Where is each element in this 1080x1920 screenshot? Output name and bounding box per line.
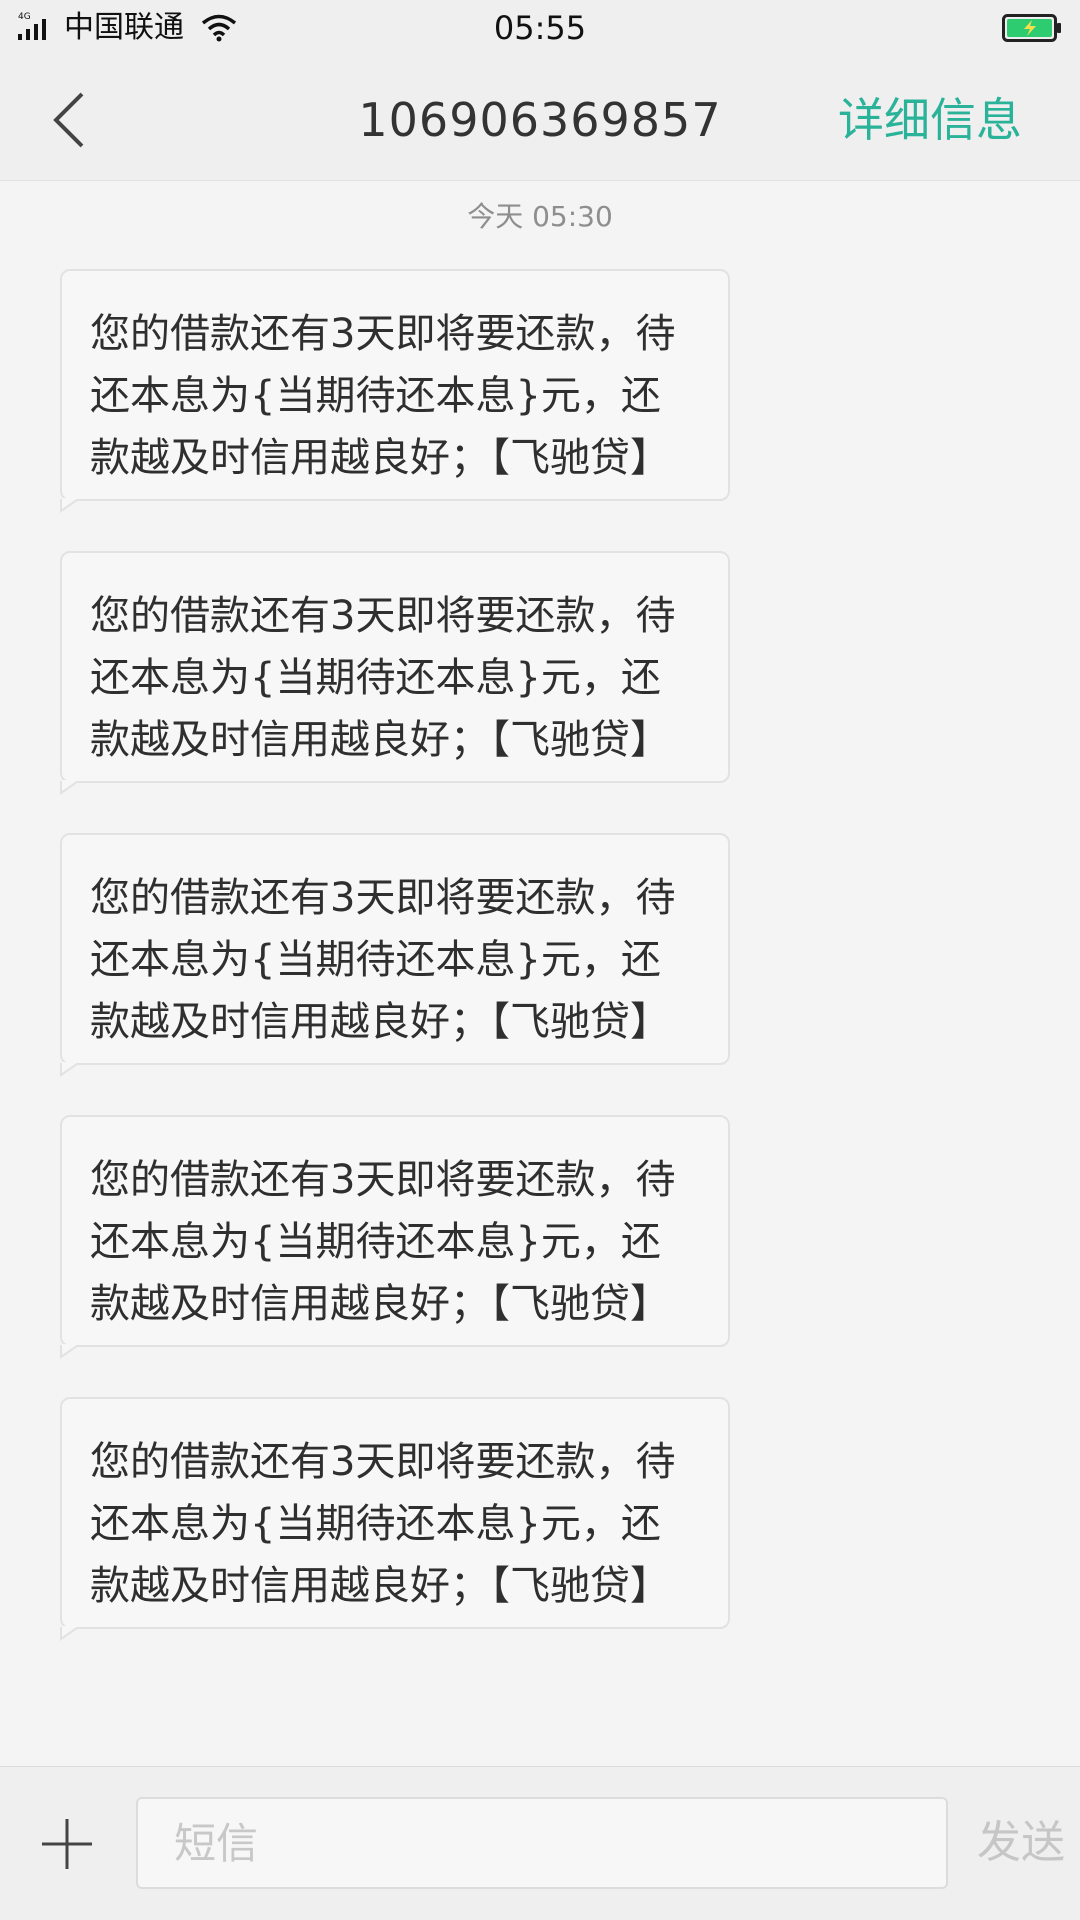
back-button[interactable]: [36, 82, 106, 158]
conversation-header: 106906369857 详细信息: [0, 60, 1080, 181]
battery-charging-icon: [1002, 14, 1061, 42]
send-button[interactable]: 发送: [966, 1811, 1076, 1875]
message-bubble[interactable]: 您的借款还有3天即将要还款，待还本息为{当期待还本息}元，还款越及时信用越良好；…: [60, 833, 730, 1065]
message-bubble[interactable]: 您的借款还有3天即将要还款，待还本息为{当期待还本息}元，还款越及时信用越良好；…: [60, 269, 730, 501]
message-bubble[interactable]: 您的借款还有3天即将要还款，待还本息为{当期待还本息}元，还款越及时信用越良好；…: [60, 551, 730, 783]
message-bubble[interactable]: 您的借款还有3天即将要还款，待还本息为{当期待还本息}元，还款越及时信用越良好；…: [60, 1397, 730, 1629]
message-text: 您的借款还有3天即将要还款，待还本息为{当期待还本息}元，还款越及时信用越良好；…: [90, 311, 676, 481]
add-attachment-button[interactable]: [38, 1815, 96, 1873]
message-text: 您的借款还有3天即将要还款，待还本息为{当期待还本息}元，还款越及时信用越良好；…: [90, 593, 676, 763]
plus-icon: [42, 1819, 92, 1869]
details-button[interactable]: 详细信息: [838, 88, 1022, 152]
message-list[interactable]: 今天 05:30 您的借款还有3天即将要还款，待还本息为{当期待还本息}元，还款…: [0, 181, 1080, 1765]
compose-bar: 发送: [0, 1766, 1080, 1920]
status-bar: 4G 中国联通 05:55: [0, 0, 1080, 60]
messaging-app: 4G 中国联通 05:55 106906369857 详细信息 今天 05:30…: [0, 0, 1080, 1920]
message-text: 您的借款还有3天即将要还款，待还本息为{当期待还本息}元，还款越及时信用越良好；…: [90, 1157, 676, 1327]
message-input[interactable]: [136, 1797, 948, 1889]
message-text: 您的借款还有3天即将要还款，待还本息为{当期待还本息}元，还款越及时信用越良好；…: [90, 1439, 676, 1609]
message-timestamp: 今天 05:30: [467, 200, 613, 233]
message-text: 您的借款还有3天即将要还款，待还本息为{当期待还本息}元，还款越及时信用越良好；…: [90, 875, 676, 1045]
message-bubble[interactable]: 您的借款还有3天即将要还款，待还本息为{当期待还本息}元，还款越及时信用越良好；…: [60, 1115, 730, 1347]
status-clock: 05:55: [493, 9, 587, 47]
chevron-left-icon: [53, 92, 84, 148]
